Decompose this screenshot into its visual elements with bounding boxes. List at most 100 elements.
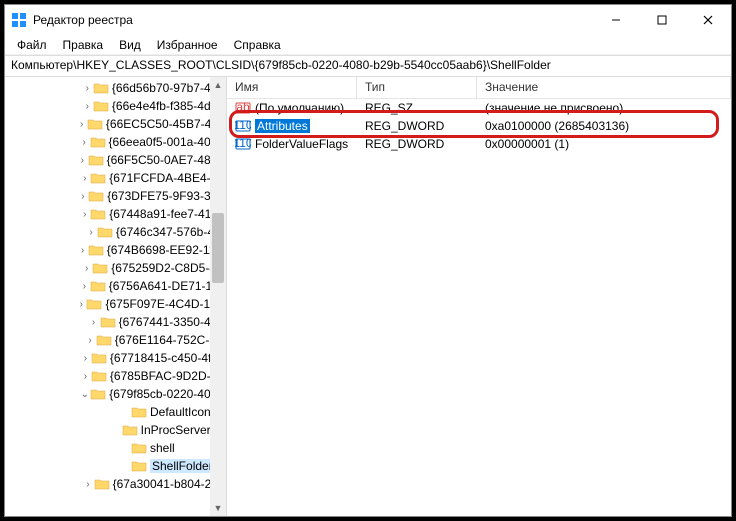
- folder-icon: [90, 279, 106, 293]
- tree-item-label: {66F5C50-0AE7-4802: [107, 153, 224, 167]
- folder-icon: [90, 207, 106, 221]
- chevron-right-icon[interactable]: ›: [82, 83, 93, 94]
- tree-pane[interactable]: ›{66d56b70-97b7-4e6›{66e4e4fb-f385-4dd0›…: [5, 77, 227, 516]
- tree-item[interactable]: › {66e4e4fb-f385-4dd0: [5, 97, 226, 115]
- menu-help[interactable]: Справка: [226, 36, 289, 54]
- tree-item-label: {673DFE75-9F93-304: [107, 189, 224, 203]
- tree-item[interactable]: ›{6756A641-DE71-11c: [5, 277, 226, 295]
- window-title: Редактор реестра: [33, 13, 593, 27]
- chevron-right-icon[interactable]: ›: [79, 281, 90, 292]
- chevron-right-icon[interactable]: ›: [79, 137, 90, 148]
- regedit-icon: [11, 12, 27, 28]
- tree-item[interactable]: InProcServer32: [5, 421, 226, 439]
- chevron-right-icon[interactable]: ›: [76, 299, 86, 310]
- chevron-down-icon[interactable]: ⌄: [79, 389, 90, 400]
- tree-item[interactable]: › {6746c347-576b-4f7: [5, 223, 226, 241]
- chevron-right-icon[interactable]: ›: [80, 353, 91, 364]
- scroll-thumb[interactable]: [212, 213, 224, 283]
- chevron-right-icon[interactable]: ›: [82, 479, 93, 490]
- titlebar: Редактор реестра: [5, 5, 731, 35]
- tree-item[interactable]: › {673DFE75-9F93-304: [5, 187, 226, 205]
- header-value[interactable]: Значение: [477, 77, 731, 98]
- address-bar[interactable]: Компьютер\HKEY_CLASSES_ROOT\CLSID\{679f8…: [5, 55, 731, 77]
- folder-icon: [91, 351, 107, 365]
- header-type[interactable]: Тип: [357, 77, 477, 98]
- folder-icon: [94, 477, 110, 491]
- folder-icon: [131, 405, 147, 419]
- chevron-right-icon[interactable]: ›: [80, 371, 91, 382]
- tree-item-label: {66EC5C50-45B7-48c: [106, 117, 224, 131]
- chevron-right-icon[interactable]: ›: [81, 263, 92, 274]
- tree-item[interactable]: › {66F5C50-0AE7-4802: [5, 151, 226, 169]
- chevron-right-icon[interactable]: ›: [85, 227, 97, 238]
- tree-item[interactable]: ›{6767441-3350-45b: [5, 313, 226, 331]
- tree-item-label: {66e4e4fb-f385-4dd0: [112, 99, 224, 113]
- value-data: (значение не присвоено): [477, 101, 731, 115]
- folder-icon: [131, 459, 147, 473]
- tree-item[interactable]: ›{674B6698-EE92-11D: [5, 241, 226, 259]
- chevron-right-icon[interactable]: ›: [77, 155, 88, 166]
- folder-icon: [90, 387, 106, 401]
- folder-icon: [86, 297, 102, 311]
- tree-item[interactable]: ›{676E1164-752C-3A: [5, 331, 226, 349]
- menubar: Файл Правка Вид Избранное Справка: [5, 35, 731, 55]
- tree-item[interactable]: ⌄ {679f85cb-0220-4080: [5, 385, 226, 403]
- tree-item[interactable]: shell: [5, 439, 226, 457]
- chevron-right-icon[interactable]: ›: [84, 335, 96, 346]
- list-row[interactable]: ab (По умолчанию) REG_SZ(значение не присв…: [227, 99, 731, 117]
- svg-text:110: 110: [235, 119, 251, 132]
- minimize-button[interactable]: [593, 5, 639, 35]
- folder-icon: [91, 369, 107, 383]
- tree-item-label: shell: [150, 441, 175, 455]
- close-button[interactable]: [685, 5, 731, 35]
- menu-favorites[interactable]: Избранное: [149, 36, 226, 54]
- tree-item[interactable]: ›{6785BFAC-9D2D-4b: [5, 367, 226, 385]
- chevron-right-icon[interactable]: ›: [77, 119, 87, 130]
- reg-string-icon: ab: [235, 101, 251, 115]
- tree-item[interactable]: › {66EC5C50-45B7-48c: [5, 115, 226, 133]
- chevron-right-icon[interactable]: ›: [82, 101, 93, 112]
- scroll-down-icon[interactable]: ▼: [210, 500, 226, 516]
- menu-file[interactable]: Файл: [9, 36, 55, 54]
- tree-item[interactable]: ›{675F097E-4C4D-11E: [5, 295, 226, 313]
- tree-item-label: {679f85cb-0220-4080: [109, 387, 224, 401]
- tree-item-label: {671FCFDA-4BE4-43: [109, 171, 224, 185]
- chevron-right-icon[interactable]: ›: [77, 245, 88, 256]
- folder-icon: [96, 333, 112, 347]
- folder-icon: [88, 243, 104, 257]
- tree-item[interactable]: › {67448a91-fee7-410c: [5, 205, 226, 223]
- tree-item-label: {6746c347-576b-4f7: [116, 225, 224, 239]
- tree-item-label: {67448a91-fee7-410c: [109, 207, 224, 221]
- tree-item[interactable]: ›{67a30041-b804-20c: [5, 475, 226, 493]
- list-header: Имя Тип Значение: [227, 77, 731, 99]
- maximize-button[interactable]: [639, 5, 685, 35]
- tree-scrollbar[interactable]: ▲ ▼: [210, 77, 226, 516]
- folder-icon: [88, 189, 104, 203]
- list-row[interactable]: 110FolderValueFlagsREG_DWORD0x00000001 (…: [227, 135, 731, 153]
- list-pane[interactable]: Имя Тип Значение ab (По умолчанию) REG_SZ(…: [227, 77, 731, 516]
- folder-icon: [90, 171, 106, 185]
- value-type: REG_SZ: [357, 101, 477, 115]
- svg-text:ab: ab: [236, 101, 250, 114]
- list-row[interactable]: 110AttributesREG_DWORD0xa0100000 (268540…: [227, 117, 731, 135]
- header-name[interactable]: Имя: [227, 77, 357, 98]
- tree-item[interactable]: › {671FCFDA-4BE4-43: [5, 169, 226, 187]
- tree-item[interactable]: ›{675259D2-C8D5-4A: [5, 259, 226, 277]
- tree-item[interactable]: ›{66eea0f5-001a-4073: [5, 133, 226, 151]
- chevron-right-icon[interactable]: ›: [78, 191, 89, 202]
- tree-item-label: {66d56b70-97b7-4e6: [112, 81, 224, 95]
- tree-item-label: ShellFolder: [150, 459, 215, 473]
- tree-item[interactable]: DefaultIcon: [5, 403, 226, 421]
- scroll-up-icon[interactable]: ▲: [210, 77, 226, 93]
- menu-view[interactable]: Вид: [111, 36, 149, 54]
- menu-edit[interactable]: Правка: [55, 36, 112, 54]
- tree-item[interactable]: › {66d56b70-97b7-4e6: [5, 79, 226, 97]
- tree-item[interactable]: ShellFolder: [5, 457, 226, 475]
- chevron-right-icon[interactable]: ›: [79, 173, 90, 184]
- tree-item[interactable]: ›{67718415-c450-4f3c: [5, 349, 226, 367]
- tree-item-label: DefaultIcon: [150, 405, 211, 419]
- folder-icon: [97, 225, 113, 239]
- chevron-right-icon[interactable]: ›: [88, 317, 100, 328]
- chevron-right-icon[interactable]: ›: [79, 209, 90, 220]
- value-name: (По умолчанию): [255, 101, 344, 115]
